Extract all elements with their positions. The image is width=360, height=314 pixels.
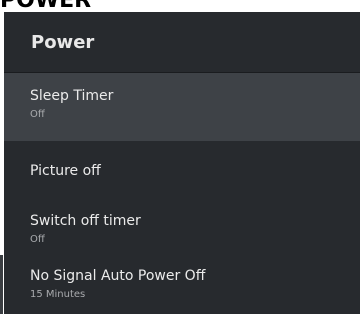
panel-header: Power xyxy=(4,12,360,73)
menu-item-label: Sleep Timer xyxy=(30,88,114,104)
panel-title: Power xyxy=(31,31,95,53)
page-heading: POWER xyxy=(0,0,92,13)
menu-item-switch-off-timer[interactable]: Switch off timer Off xyxy=(4,188,360,253)
menu-item-value: Off xyxy=(30,234,45,245)
menu-item-picture-off[interactable]: Picture off xyxy=(4,141,360,188)
menu-item-sleep-timer[interactable]: Sleep Timer Off xyxy=(4,73,360,141)
menu-item-no-signal-auto-power-off[interactable]: No Signal Auto Power Off 15 Minutes xyxy=(4,253,360,313)
menu-item-label: Switch off timer xyxy=(30,213,141,229)
power-menu-list: Sleep Timer Off Picture off Switch off t… xyxy=(4,73,360,313)
menu-item-label: Picture off xyxy=(30,163,101,179)
power-settings-panel: Power Sleep Timer Off Picture off Switch… xyxy=(4,12,360,314)
left-edge-divider xyxy=(0,255,3,314)
menu-item-value: 15 Minutes xyxy=(30,289,86,300)
menu-item-label: No Signal Auto Power Off xyxy=(30,268,206,284)
menu-item-value: Off xyxy=(30,109,45,120)
